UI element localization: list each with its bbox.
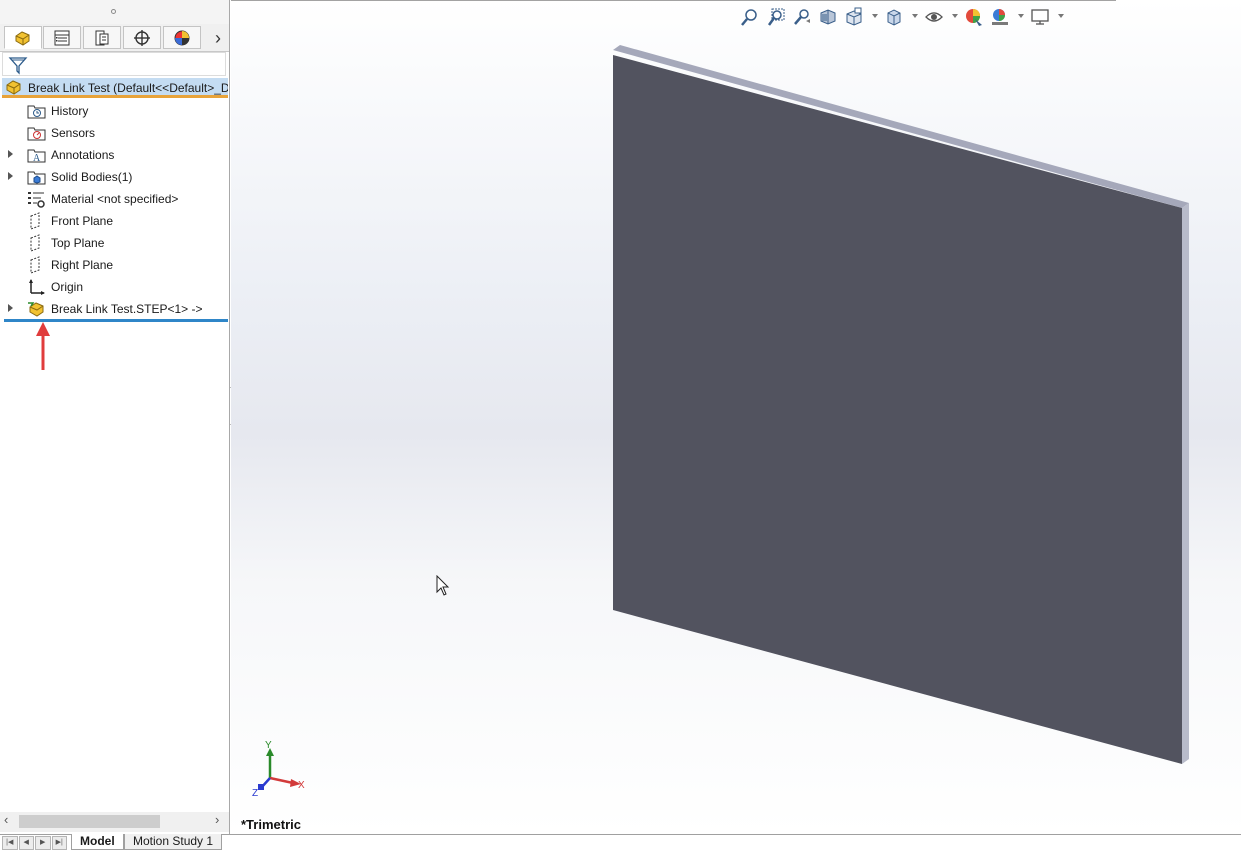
scroll-right-icon[interactable]: › [215,812,219,827]
plate-front-face [613,55,1182,764]
next-tab-icon[interactable]: ▶ [35,836,51,850]
tab-scroll-right-icon[interactable]: › [208,27,228,49]
tree-item-top-plane[interactable]: Top Plane [0,232,228,254]
annotations-folder-icon: A [27,146,46,164]
tab-model[interactable]: Model [71,834,124,850]
tree-filter-bar[interactable] [2,52,226,76]
history-folder-icon [27,102,46,120]
origin-icon [27,278,46,296]
plane-icon [27,212,46,230]
tree-item-material[interactable]: Material <not specified> [0,188,228,210]
part-icon [4,79,24,95]
tree-item-label: Material <not specified> [51,192,179,206]
tree-item-solid-bodies[interactable]: Solid Bodies(1) [0,166,228,188]
red-arrow-annotation-icon [36,322,50,370]
tree-item-label: Sensors [51,126,96,140]
last-tab-icon[interactable]: ▶| [51,836,67,850]
graphics-area[interactable]: Y X Z *Trimetric [231,0,1241,834]
plate-side-face [1182,203,1189,764]
configuration-manager-icon [95,30,109,45]
display-manager-icon [174,30,190,45]
sensors-folder-icon [27,124,46,142]
tree-item-derived-part[interactable]: Break Link Test.STEP<1> -> [0,298,228,320]
prev-tab-icon[interactable]: ◀ [18,836,34,850]
tree-item-label: Front Plane [51,214,114,228]
tree-item-label: History [51,104,89,118]
tree-item-label: Right Plane [51,258,114,272]
mouse-cursor-icon [436,575,450,596]
triad-x-label: X [298,780,305,791]
tree-item-history[interactable]: History [0,100,228,122]
panel-tab-strip: › [0,24,229,52]
filter-icon [8,57,28,75]
plane-icon [27,256,46,274]
grip-dot [111,9,116,14]
material-icon [27,190,46,208]
tree-item-origin[interactable]: Origin [0,276,228,298]
expand-arrow-icon[interactable] [8,150,13,158]
derived-part-icon [27,300,46,318]
tree-root-part[interactable]: Break Link Test (Default<<Default>_D [2,78,228,98]
feature-manager-tab[interactable] [4,26,42,49]
triad-z-arrowhead [258,784,264,790]
tab-motion-study-1[interactable]: Motion Study 1 [124,834,223,850]
tree-item-label: Annotations [51,148,115,162]
triad-z-label: Z [252,788,258,799]
property-manager-tab[interactable] [43,26,81,49]
tree-item-front-plane[interactable]: Front Plane [0,210,228,232]
tree-item-label: Break Link Test.STEP<1> -> [51,302,203,316]
svg-text:A: A [33,153,41,164]
tab-nav-buttons: |◀ ◀ ▶ ▶| [2,836,68,850]
solid-bodies-folder-icon [27,168,46,186]
expand-arrow-icon[interactable] [8,172,13,180]
triad-y-label: Y [265,740,272,751]
panel-horizontal-scrollbar[interactable]: ‹ › [0,812,229,832]
plane-icon [27,234,46,252]
tree-item-label: Solid Bodies(1) [51,170,133,184]
property-manager-icon [54,30,70,45]
tree-item-label: Top Plane [51,236,105,250]
reference-triad: Y X Z [252,740,305,799]
configuration-manager-tab[interactable] [83,26,121,49]
dimxpert-manager-tab[interactable] [123,26,161,49]
triad-x-axis [269,776,294,785]
tree-root-label: Break Link Test (Default<<Default>_D [28,81,228,95]
tree-item-right-plane[interactable]: Right Plane [0,254,228,276]
tree-item-sensors[interactable]: Sensors [0,122,228,144]
view-orientation-label: *Trimetric [241,817,301,832]
expand-arrow-icon[interactable] [8,304,13,312]
panel-grip[interactable] [0,0,229,25]
display-manager-tab[interactable] [163,26,201,49]
scroll-left-icon[interactable]: ‹ [4,812,8,827]
crosshair-icon [134,29,150,46]
scroll-thumb[interactable] [19,815,160,828]
feature-manager-icon [15,30,30,46]
plate-model[interactable] [231,0,1241,834]
tree-item-label: Origin [51,280,84,294]
tree-item-annotations[interactable]: A Annotations [0,144,228,166]
first-tab-icon[interactable]: |◀ [2,836,18,850]
bottom-tab-bar: |◀ ◀ ▶ ▶| Model Motion Study 1 [0,834,1241,850]
feature-manager-panel: › Break Link Test (Default<<Default>_D H… [0,0,230,834]
